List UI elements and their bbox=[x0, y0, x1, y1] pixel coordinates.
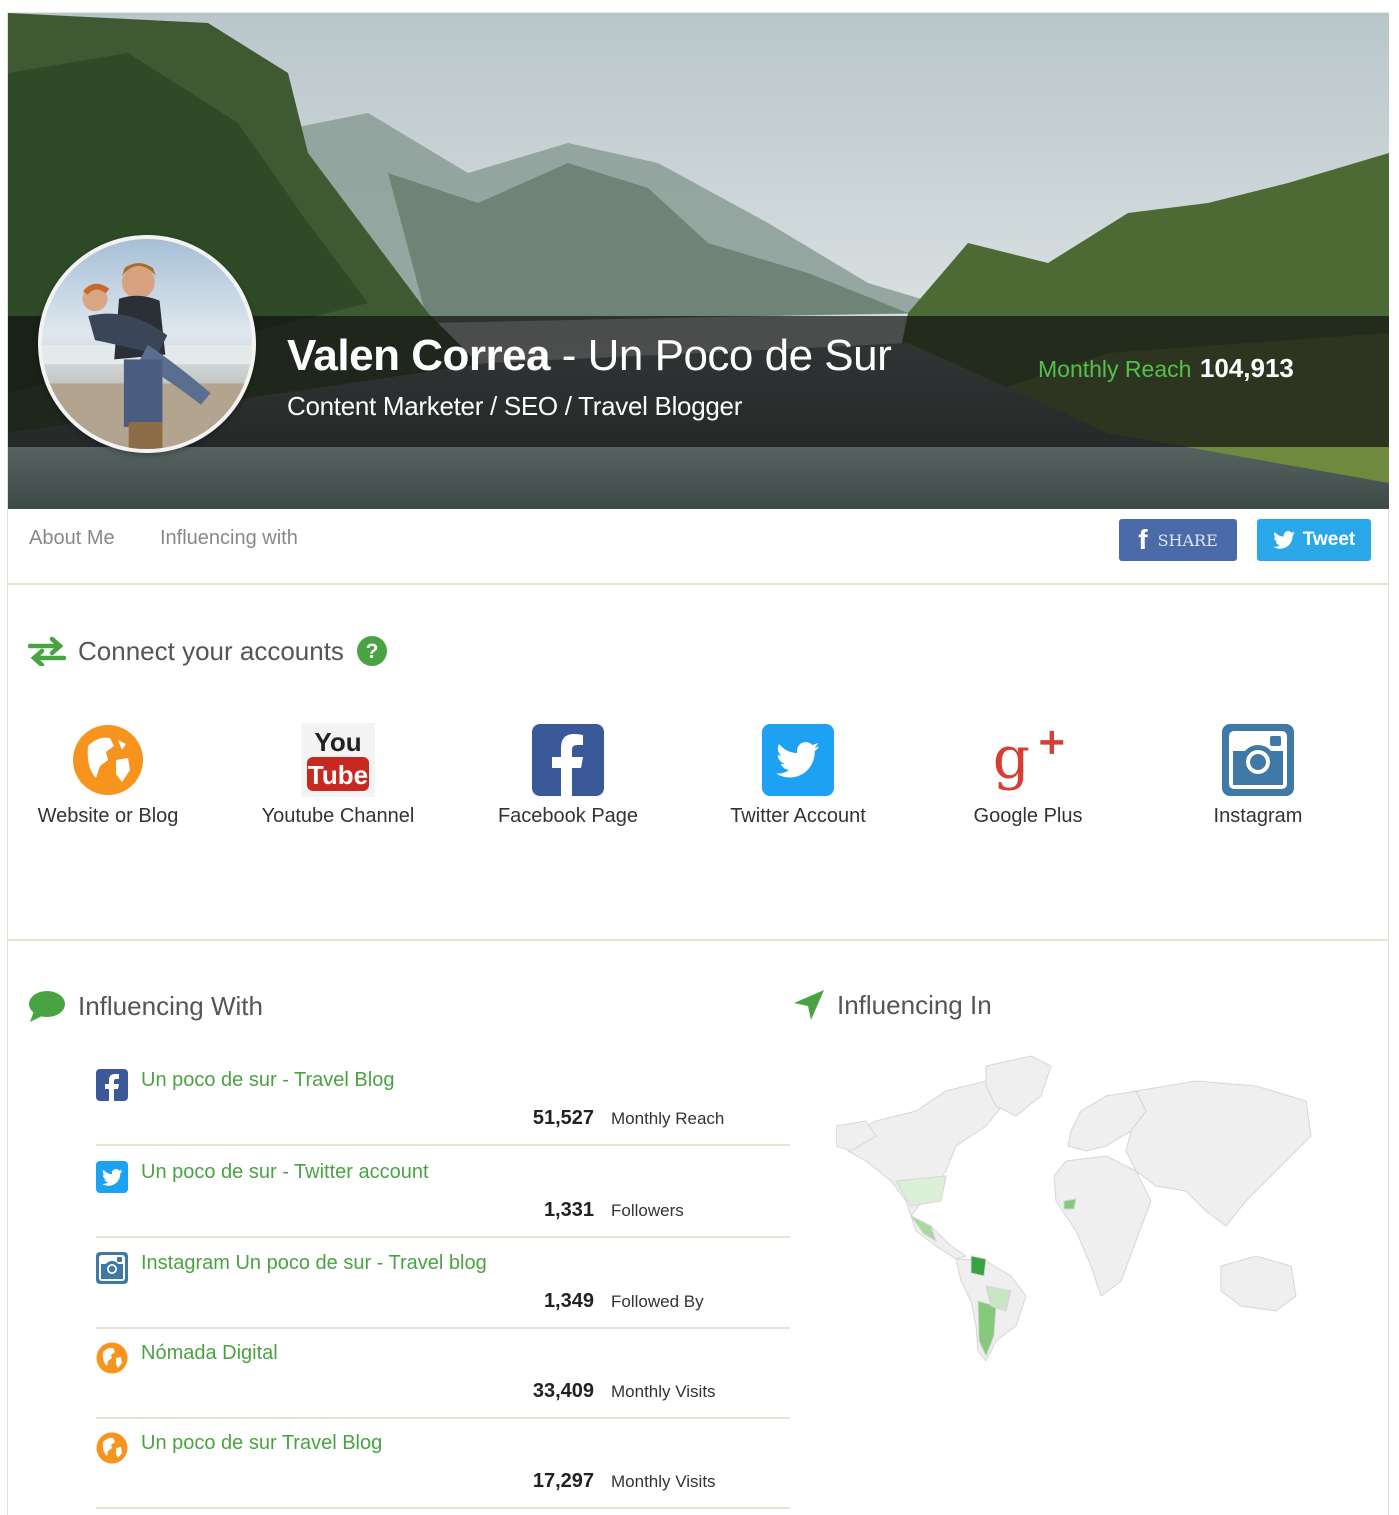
profile-page: Valen Correa - Un Poco de Sur Content Ma… bbox=[7, 12, 1389, 1515]
location-arrow-icon bbox=[794, 990, 824, 1020]
speech-bubble-icon bbox=[29, 991, 65, 1022]
influence-item-value: 51,527 bbox=[532, 1107, 594, 1129]
globe-icon bbox=[96, 1342, 128, 1374]
influence-item-value: 1,331 bbox=[543, 1199, 594, 1221]
profile-tagline: Content Marketer / SEO / Travel Blogger bbox=[287, 391, 743, 421]
blog-name: Un Poco de Sur bbox=[587, 331, 892, 380]
influence-item-value: 17,297 bbox=[532, 1470, 594, 1492]
person-name: Valen Correa bbox=[287, 331, 551, 380]
influencing-with-heading-text: Influencing With bbox=[78, 990, 263, 1021]
globe-icon bbox=[96, 1432, 128, 1464]
account-label: Instagram bbox=[1213, 805, 1303, 827]
influence-item-unit: Followers bbox=[611, 1201, 684, 1220]
connect-heading-text: Connect your accounts bbox=[78, 635, 344, 666]
tweet-button[interactable]: Tweet bbox=[1257, 519, 1371, 561]
facebook-share-button[interactable]: f SHARE bbox=[1119, 519, 1237, 561]
instagram-icon bbox=[1221, 723, 1295, 797]
avatar-photo bbox=[42, 263, 252, 449]
influence-item[interactable]: Nómada Digital 33,409 Monthly Visits bbox=[96, 1328, 790, 1419]
help-icon[interactable]: ? bbox=[356, 635, 388, 667]
svg-text:Tube: Tube bbox=[308, 760, 368, 790]
connect-instagram[interactable]: Instagram bbox=[1158, 723, 1358, 828]
facebook-icon bbox=[96, 1069, 128, 1101]
connect-accounts-section: Connect your accounts ? Website or Blog … bbox=[8, 587, 1389, 941]
profile-nav: About Me Influencing with f SHARE Tweet bbox=[8, 509, 1389, 585]
account-label: Youtube Channel bbox=[261, 805, 415, 827]
asia bbox=[1125, 1080, 1312, 1227]
twitter-bird-icon bbox=[1272, 531, 1295, 549]
influence-item[interactable]: Un poco de sur - Twitter account 1,331 F… bbox=[96, 1147, 790, 1238]
influence-item[interactable]: Instagram Un poco de sur - Travel blog 1… bbox=[96, 1238, 790, 1329]
profile-avatar[interactable] bbox=[38, 235, 256, 453]
name-separator: - bbox=[550, 331, 588, 380]
influencing-section: Influencing With Un poco de sur - Travel… bbox=[8, 941, 1389, 1515]
world-map bbox=[836, 1055, 1312, 1361]
influence-item-unit: Monthly Reach bbox=[611, 1109, 725, 1128]
tab-about-me[interactable]: About Me bbox=[29, 527, 115, 550]
google-plus-icon: g bbox=[991, 723, 1065, 797]
influencing-with-heading: Influencing With bbox=[28, 989, 263, 1023]
twitter-icon bbox=[761, 723, 835, 797]
account-label: Facebook Page bbox=[497, 805, 639, 827]
connect-google-plus[interactable]: g Google Plus bbox=[928, 723, 1128, 828]
connect-facebook[interactable]: Facebook Page bbox=[468, 723, 668, 828]
monthly-reach-label: Monthly Reach bbox=[1038, 356, 1192, 382]
influence-item-value: 33,409 bbox=[532, 1380, 594, 1402]
facebook-f-icon: f bbox=[1138, 524, 1148, 555]
highlight-colombia bbox=[970, 1255, 987, 1277]
facebook-icon bbox=[531, 723, 605, 797]
svg-text:?: ? bbox=[366, 640, 379, 663]
profile-name: Valen Correa - Un Poco de Sur bbox=[287, 331, 892, 381]
swap-arrows-icon bbox=[28, 636, 66, 666]
connect-youtube[interactable]: You Tube Youtube Channel bbox=[238, 723, 438, 828]
monthly-reach-value: 104,913 bbox=[1199, 353, 1294, 383]
account-label: Website or Blog bbox=[37, 805, 179, 827]
svg-text:You: You bbox=[314, 727, 361, 757]
tweet-label: Tweet bbox=[1302, 529, 1356, 550]
influence-item-value: 1,349 bbox=[543, 1290, 594, 1312]
youtube-icon: You Tube bbox=[301, 723, 375, 797]
connect-heading: Connect your accounts ? bbox=[28, 635, 388, 667]
account-label: Google Plus bbox=[973, 805, 1083, 827]
africa bbox=[1053, 1155, 1152, 1297]
connect-website-blog[interactable]: Website or Blog bbox=[8, 723, 208, 828]
cover-banner: Valen Correa - Un Poco de Sur Content Ma… bbox=[8, 13, 1389, 509]
monthly-reach: Monthly Reach 104,913 bbox=[1038, 353, 1294, 384]
influence-item[interactable]: Un poco de sur - Travel Blog 51,527 Mont… bbox=[96, 1055, 790, 1146]
influence-item-name[interactable]: Un poco de sur Travel Blog bbox=[141, 1432, 382, 1455]
influence-item[interactable]: Un poco de sur Travel Blog 17,297 Monthl… bbox=[96, 1418, 790, 1509]
instagram-icon bbox=[96, 1252, 128, 1284]
globe-icon bbox=[71, 723, 145, 797]
connect-twitter[interactable]: Twitter Account bbox=[698, 723, 898, 828]
influence-item-unit: Followed By bbox=[611, 1292, 704, 1311]
highlight-usa bbox=[895, 1175, 947, 1207]
svg-text:g: g bbox=[993, 724, 1030, 792]
influencing-in-heading: Influencing In bbox=[793, 989, 992, 1021]
influence-item-name[interactable]: Un poco de sur - Twitter account bbox=[141, 1161, 429, 1184]
highlight-spain bbox=[1063, 1198, 1077, 1210]
influence-item-name[interactable]: Nómada Digital bbox=[141, 1342, 278, 1365]
tab-influencing-with[interactable]: Influencing with bbox=[160, 527, 298, 550]
influencing-in-heading-text: Influencing In bbox=[837, 989, 992, 1020]
australia bbox=[1220, 1255, 1297, 1312]
influence-item-unit: Monthly Visits bbox=[611, 1472, 716, 1491]
twitter-icon bbox=[96, 1161, 128, 1193]
share-label: SHARE bbox=[1157, 530, 1218, 550]
influence-item-unit: Monthly Visits bbox=[611, 1382, 716, 1401]
influence-item-name[interactable]: Instagram Un poco de sur - Travel blog bbox=[141, 1252, 487, 1275]
influence-item-name[interactable]: Un poco de sur - Travel Blog bbox=[141, 1069, 394, 1092]
account-label: Twitter Account bbox=[730, 805, 866, 827]
